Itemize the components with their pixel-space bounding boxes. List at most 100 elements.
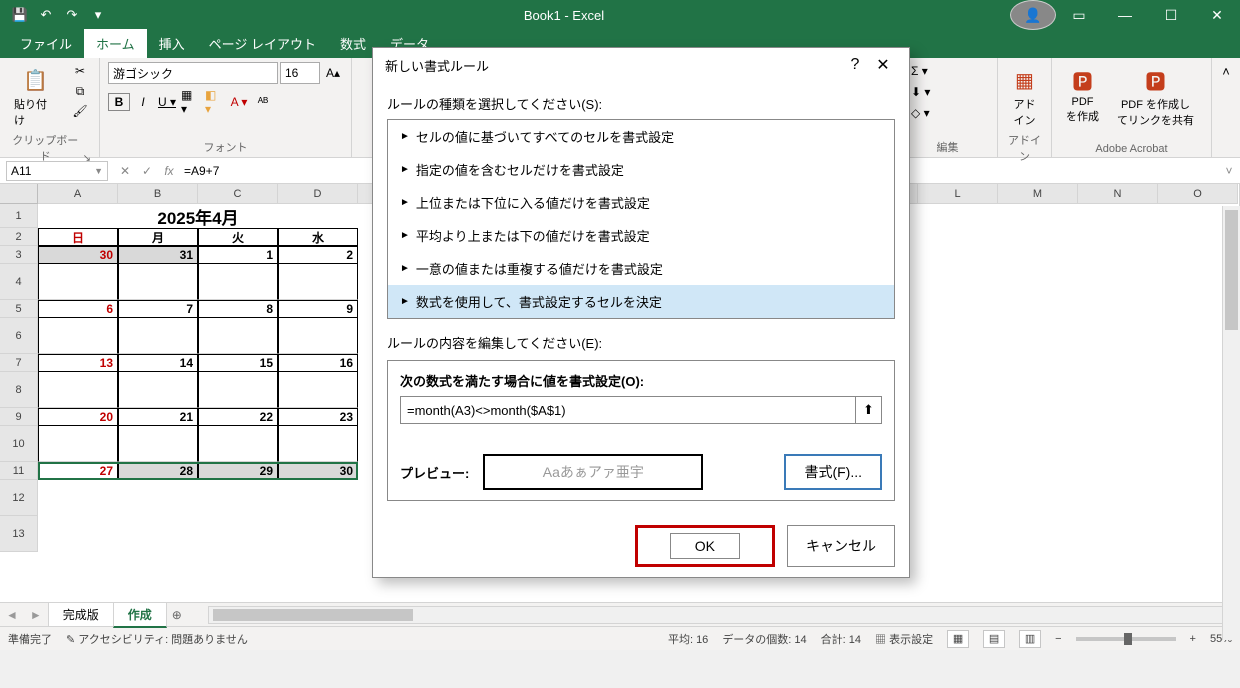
cell[interactable]: 23 [278,408,358,426]
cell[interactable] [38,318,118,354]
cell[interactable] [118,264,198,300]
avatar[interactable]: 👤 [1010,0,1056,30]
close-icon[interactable]: ✕ [1194,0,1240,30]
accessibility-status[interactable]: ✎ アクセシビリティ: 問題ありません [66,631,248,647]
name-box-dropdown-icon[interactable]: ▼ [94,166,103,176]
cell[interactable]: 6 [38,300,118,318]
cell[interactable] [278,426,358,462]
display-settings[interactable]: ▦ 表示設定 [875,631,933,647]
row-header[interactable]: 8 [0,372,38,408]
cell[interactable] [198,426,278,462]
cell[interactable]: 15 [198,354,278,372]
tab-pagelayout[interactable]: ページ レイアウト [197,29,328,58]
cell[interactable]: 2 [278,246,358,264]
border-button[interactable]: ▦ ▾ [180,93,202,111]
row-header[interactable]: 3 [0,246,38,264]
cell[interactable]: 22 [198,408,278,426]
qat-dropdown-icon[interactable]: ▾ [86,3,110,27]
cell[interactable] [278,372,358,408]
rule-type-item[interactable]: ►セルの値に基づいてすべてのセルを書式設定 [388,120,894,153]
cell[interactable] [278,318,358,354]
vertical-scrollbar[interactable] [1222,206,1240,640]
cell[interactable]: 8 [198,300,278,318]
cell[interactable]: 21 [118,408,198,426]
phonetic-button[interactable]: ᴬᴮ [252,93,274,111]
ok-button[interactable]: OK [635,525,775,567]
cell[interactable] [198,318,278,354]
cell[interactable]: 29 [198,462,278,480]
cell[interactable]: 水 [278,228,358,246]
zoom-slider[interactable] [1076,637,1176,641]
underline-button[interactable]: U ▾ [156,93,178,111]
col-header[interactable]: O [1158,184,1238,204]
font-size-select[interactable] [280,62,320,84]
row-header[interactable]: 2 [0,228,38,246]
row-header[interactable]: 11 [0,462,38,480]
redo-icon[interactable]: ↷ [60,3,84,27]
rule-type-item[interactable]: ►一意の値または重複する値だけを書式設定 [388,252,894,285]
addin-button[interactable]: ▦ アド イン [1006,62,1043,132]
cell[interactable]: 27 [38,462,118,480]
tab-file[interactable]: ファイル [8,29,84,58]
cell[interactable]: 月 [118,228,198,246]
cell[interactable] [38,264,118,300]
cell[interactable]: 14 [118,354,198,372]
tab-formulas[interactable]: 数式 [328,29,378,58]
dialog-help-icon[interactable]: ? [841,56,869,74]
fill-color-button[interactable]: ◧ ▾ [204,93,226,111]
select-all-corner[interactable] [0,184,38,204]
cell[interactable] [38,372,118,408]
tab-home[interactable]: ホーム [84,29,147,58]
page-break-view-icon[interactable]: ▥ [1019,630,1041,648]
sheet-nav-prev-icon[interactable]: ◄ [0,608,24,622]
increase-font-icon[interactable]: A▴ [322,64,344,82]
row-header[interactable]: 1 [0,204,38,228]
rule-type-item[interactable]: ►指定の値を含むセルだけを書式設定 [388,153,894,186]
cell[interactable]: 28 [118,462,198,480]
cell[interactable] [278,264,358,300]
pdf-share-button[interactable]: 🅿 PDF を作成し てリンクを共有 [1111,62,1200,132]
dialog-close-icon[interactable]: ✕ [869,55,897,75]
cell[interactable]: 30 [38,246,118,264]
cell[interactable]: 2025年4月 [38,204,358,228]
row-header[interactable]: 4 [0,264,38,300]
enter-icon[interactable]: ✓ [136,161,158,181]
row-header[interactable]: 13 [0,516,38,552]
page-layout-view-icon[interactable]: ▤ [983,630,1005,648]
cell[interactable] [118,372,198,408]
zoom-in-icon[interactable]: + [1190,633,1196,645]
zoom-out-icon[interactable]: − [1055,633,1061,645]
row-header[interactable]: 6 [0,318,38,354]
italic-button[interactable]: I [132,93,154,111]
horizontal-scrollbar[interactable] [208,606,1240,624]
col-header[interactable]: D [278,184,358,204]
rule-type-item[interactable]: ►数式を使用して、書式設定するセルを決定 [388,285,894,318]
cell[interactable]: 7 [118,300,198,318]
normal-view-icon[interactable]: ▦ [947,630,969,648]
fx-icon[interactable]: fx [158,161,180,181]
cell[interactable]: 火 [198,228,278,246]
pdf-create-button[interactable]: 🅿 PDF を作成 [1060,62,1105,128]
cell[interactable]: 13 [38,354,118,372]
row-header[interactable]: 10 [0,426,38,462]
font-name-select[interactable] [108,62,278,84]
rule-type-item[interactable]: ►平均より上または下の値だけを書式設定 [388,219,894,252]
cell[interactable]: 20 [38,408,118,426]
cell[interactable] [118,318,198,354]
fill-button[interactable]: ⬇ ▾ [906,83,935,101]
cancel-icon[interactable]: ✕ [114,161,136,181]
clear-button[interactable]: ◇ ▾ [906,104,935,122]
sheet-tab-0[interactable]: 完成版 [48,602,114,627]
rule-formula-input[interactable] [401,397,855,423]
cell[interactable]: 30 [278,462,358,480]
ribbon-display-icon[interactable]: ▭ [1056,0,1102,30]
cancel-button[interactable]: キャンセル [787,525,895,567]
cell[interactable] [198,372,278,408]
sheet-tab-1[interactable]: 作成 [113,602,167,628]
name-box[interactable]: A11 ▼ [6,161,108,181]
minimize-icon[interactable]: — [1102,0,1148,30]
cut-icon[interactable]: ✂ [69,62,91,80]
copy-icon[interactable]: ⧉ [69,82,91,100]
sheet-nav-next-icon[interactable]: ► [24,608,48,622]
expand-formula-icon[interactable]: ˅ [1218,161,1240,181]
